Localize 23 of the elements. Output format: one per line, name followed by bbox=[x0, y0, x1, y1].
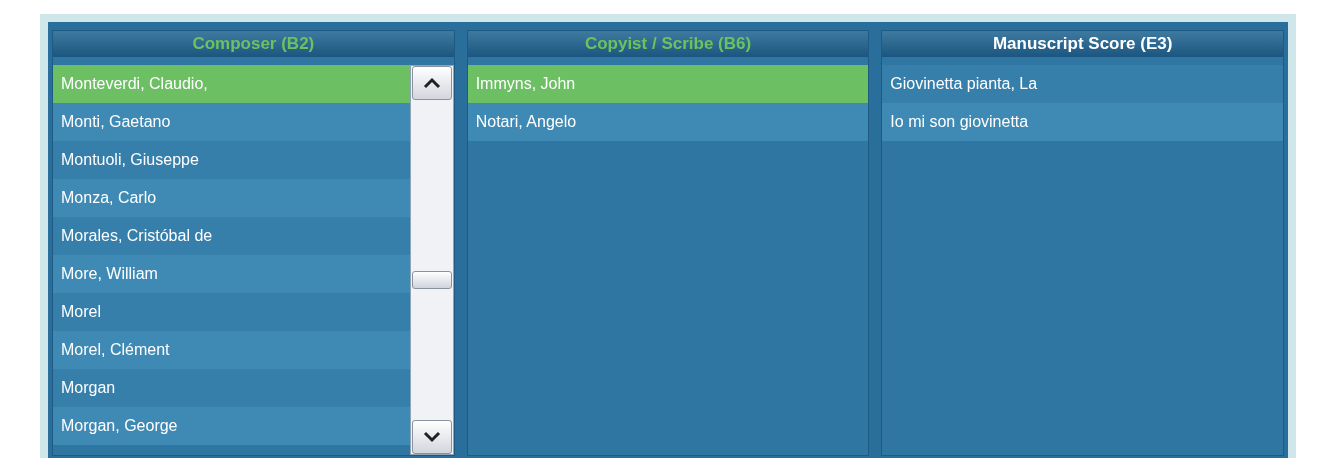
list-item[interactable]: More, William bbox=[53, 255, 410, 293]
chevron-down-icon bbox=[422, 431, 441, 443]
column-header: Manuscript Score (E3) bbox=[882, 31, 1283, 57]
list-item[interactable]: Immyns, John bbox=[467, 65, 869, 103]
list-item[interactable]: Monza, Carlo bbox=[53, 179, 410, 217]
list-item[interactable]: Morgan bbox=[53, 369, 410, 407]
column-header: Copyist / Scribe (B6) bbox=[467, 31, 869, 57]
list-item[interactable]: Notari, Angelo bbox=[467, 103, 869, 141]
scrollbar[interactable] bbox=[409, 65, 454, 455]
list-item[interactable]: Morel, Clément bbox=[53, 331, 410, 369]
list-item[interactable]: Morales, Cristóbal de bbox=[53, 217, 410, 255]
list-item[interactable]: Monteverdi, Claudio, bbox=[53, 65, 410, 103]
list-item[interactable]: Morel bbox=[53, 293, 410, 331]
chevron-up-icon bbox=[422, 77, 441, 89]
scroll-down-button[interactable] bbox=[411, 420, 452, 454]
list-item[interactable]: Io mi son giovinetta bbox=[882, 103, 1283, 141]
list-item[interactable]: Montuoli, Giuseppe bbox=[53, 141, 410, 179]
column-header: Composer (B2) bbox=[53, 31, 454, 57]
scroll-thumb[interactable] bbox=[411, 271, 452, 289]
list-item[interactable]: Monti, Gaetano bbox=[53, 103, 410, 141]
scroll-up-button[interactable] bbox=[411, 66, 452, 100]
list-item[interactable]: Giovinetta pianta, La bbox=[882, 65, 1283, 103]
list-item[interactable]: Morgan, George bbox=[53, 407, 410, 445]
